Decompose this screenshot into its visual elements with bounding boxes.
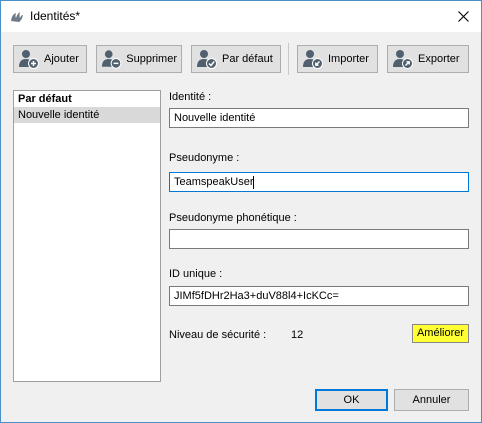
unique-id-label: ID unique : xyxy=(169,268,223,280)
user-import-icon xyxy=(303,50,323,69)
close-button[interactable] xyxy=(445,1,481,32)
text-caret xyxy=(253,175,255,189)
ok-button[interactable]: OK xyxy=(315,389,388,411)
add-button-label: Ajouter xyxy=(44,53,79,65)
identity-list[interactable]: Par défaut Nouvelle identité xyxy=(13,90,161,382)
nickname-input[interactable]: TeamspeakUser xyxy=(169,172,469,192)
identity-label: Identité : xyxy=(169,91,212,103)
identity-name-value: Nouvelle identité xyxy=(174,112,256,124)
phonetic-nickname-input[interactable] xyxy=(169,229,469,249)
list-item-default[interactable]: Par défaut xyxy=(14,91,160,107)
user-check-icon xyxy=(197,50,217,69)
phonetic-nickname-label: Pseudonyme phonétique : xyxy=(169,212,297,224)
set-default-button-label: Par défaut xyxy=(222,53,273,65)
set-default-button[interactable]: Par défaut xyxy=(191,45,281,73)
import-button[interactable]: Importer xyxy=(297,45,378,73)
user-remove-icon xyxy=(101,50,122,69)
identity-name-input[interactable]: Nouvelle identité xyxy=(169,108,469,128)
delete-button-label: Supprimer xyxy=(126,53,177,65)
add-button[interactable]: Ajouter xyxy=(13,45,87,73)
window-title: Identités* xyxy=(30,9,81,23)
security-level-value: 12 xyxy=(291,329,304,341)
improve-security-button[interactable]: Améliorer xyxy=(412,324,469,343)
cancel-button[interactable]: Annuler xyxy=(394,389,469,411)
identities-window: Identités* Ajouter Supprimer Par défaut … xyxy=(0,0,482,423)
user-add-icon xyxy=(19,50,39,69)
title-bar: Identités* xyxy=(1,1,481,32)
import-button-label: Importer xyxy=(328,53,369,65)
unique-id-value: JIMf5fDHr2Ha3+duV88l4+IcKCc= xyxy=(174,290,339,302)
toolbar-separator xyxy=(288,43,289,75)
export-button[interactable]: Exporter xyxy=(387,45,469,73)
unique-id-input[interactable]: JIMf5fDHr2Ha3+duV88l4+IcKCc= xyxy=(169,286,469,306)
security-level-label: Niveau de sécurité : xyxy=(169,329,267,341)
export-button-label: Exporter xyxy=(418,53,460,65)
user-export-icon xyxy=(393,50,413,69)
list-item-new-identity[interactable]: Nouvelle identité xyxy=(14,107,160,123)
delete-button[interactable]: Supprimer xyxy=(96,45,182,73)
nickname-label: Pseudonyme : xyxy=(169,152,240,164)
nickname-value: TeamspeakUser xyxy=(174,176,254,188)
teamspeak-icon xyxy=(11,12,23,22)
close-icon xyxy=(457,11,469,22)
